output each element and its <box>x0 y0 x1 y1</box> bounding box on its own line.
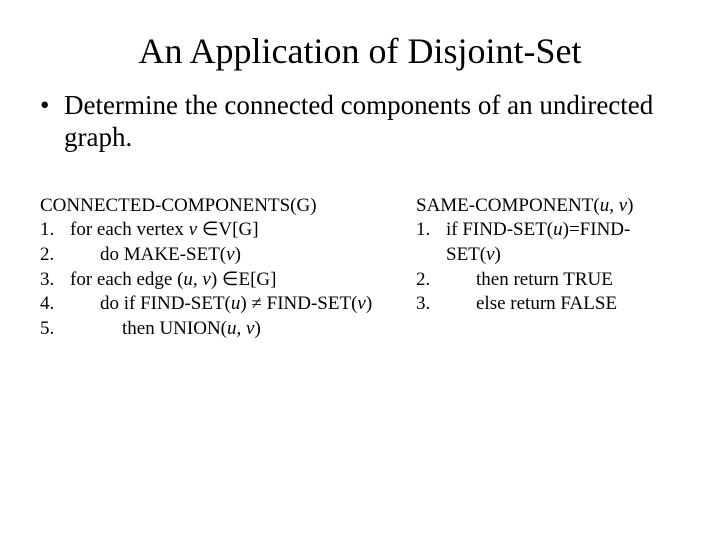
var: v <box>357 293 365 314</box>
var: v <box>189 219 197 240</box>
bullet-dot: • <box>40 90 64 154</box>
text: do if FIND-SET( <box>100 293 231 314</box>
line-body: do if FIND-SET(u) ≠ FIND-SET(v) <box>70 292 372 317</box>
text: then return TRUE <box>476 269 613 290</box>
text: ) <box>254 318 260 339</box>
line-num: 1. <box>40 218 70 243</box>
var: v <box>486 244 494 265</box>
text: ) <box>495 244 501 265</box>
line-num: 5. <box>40 317 70 342</box>
algo-line: 3. else return FALSE <box>416 292 680 317</box>
line-body: for each edge (u, v) ∈E[G] <box>70 268 276 293</box>
algo-line: 4. do if FIND-SET(u) ≠ FIND-SET(v) <box>40 292 400 317</box>
text: ) ∈E[G] <box>211 269 277 290</box>
algo-line: 5. then UNION(u, v) <box>40 317 400 342</box>
var: v <box>226 244 234 265</box>
var: u, v <box>600 195 627 216</box>
algo-right-name: SAME-COMPONENT(u, v) <box>416 194 680 219</box>
algorithm-columns: CONNECTED-COMPONENTS(G) 1. for each vert… <box>40 194 680 342</box>
var: u <box>553 219 563 240</box>
bullet-list: • Determine the connected components of … <box>40 90 680 154</box>
text: ) ≠ FIND-SET( <box>240 293 357 314</box>
var: u, v <box>227 318 254 339</box>
algo-line: 3. for each edge (u, v) ∈E[G] <box>40 268 400 293</box>
line-body: do MAKE-SET(v) <box>70 243 241 268</box>
text: ∈V[G] <box>197 219 258 240</box>
var: u <box>231 293 241 314</box>
text: if FIND-SET( <box>446 219 553 240</box>
text: for each vertex <box>70 219 189 240</box>
text: for each edge ( <box>70 269 183 290</box>
algo-line: 1. for each vertex v ∈V[G] <box>40 218 400 243</box>
slide: An Application of Disjoint-Set • Determi… <box>0 0 720 540</box>
algo-line: 2. then return TRUE <box>416 268 680 293</box>
line-body: then return TRUE <box>446 268 613 293</box>
var: u, v <box>183 269 210 290</box>
line-body: else return FALSE <box>446 292 617 317</box>
bullet-text: Determine the connected components of an… <box>64 90 680 154</box>
line-num: 1. <box>416 218 446 267</box>
line-body: for each vertex v ∈V[G] <box>70 218 259 243</box>
line-num: 3. <box>40 268 70 293</box>
slide-title: An Application of Disjoint-Set <box>40 30 680 72</box>
line-body: if FIND-SET(u)=FIND-SET(v) <box>446 218 680 267</box>
text: SAME-COMPONENT( <box>416 195 600 216</box>
line-num: 2. <box>40 243 70 268</box>
bullet-item: • Determine the connected components of … <box>40 90 680 154</box>
text: then UNION( <box>122 318 227 339</box>
line-num: 4. <box>40 292 70 317</box>
text: do MAKE-SET( <box>100 244 226 265</box>
algo-left: CONNECTED-COMPONENTS(G) 1. for each vert… <box>40 194 400 342</box>
text: else return FALSE <box>476 293 617 314</box>
line-num: 2. <box>416 268 446 293</box>
line-num: 3. <box>416 292 446 317</box>
text: ) <box>627 195 633 216</box>
line-body: then UNION(u, v) <box>70 317 261 342</box>
algo-line: 1. if FIND-SET(u)=FIND-SET(v) <box>416 218 680 267</box>
text: ) <box>366 293 372 314</box>
text: ) <box>235 244 241 265</box>
algo-line: 2. do MAKE-SET(v) <box>40 243 400 268</box>
algo-left-name: CONNECTED-COMPONENTS(G) <box>40 194 400 219</box>
algo-right: SAME-COMPONENT(u, v) 1. if FIND-SET(u)=F… <box>416 194 680 342</box>
